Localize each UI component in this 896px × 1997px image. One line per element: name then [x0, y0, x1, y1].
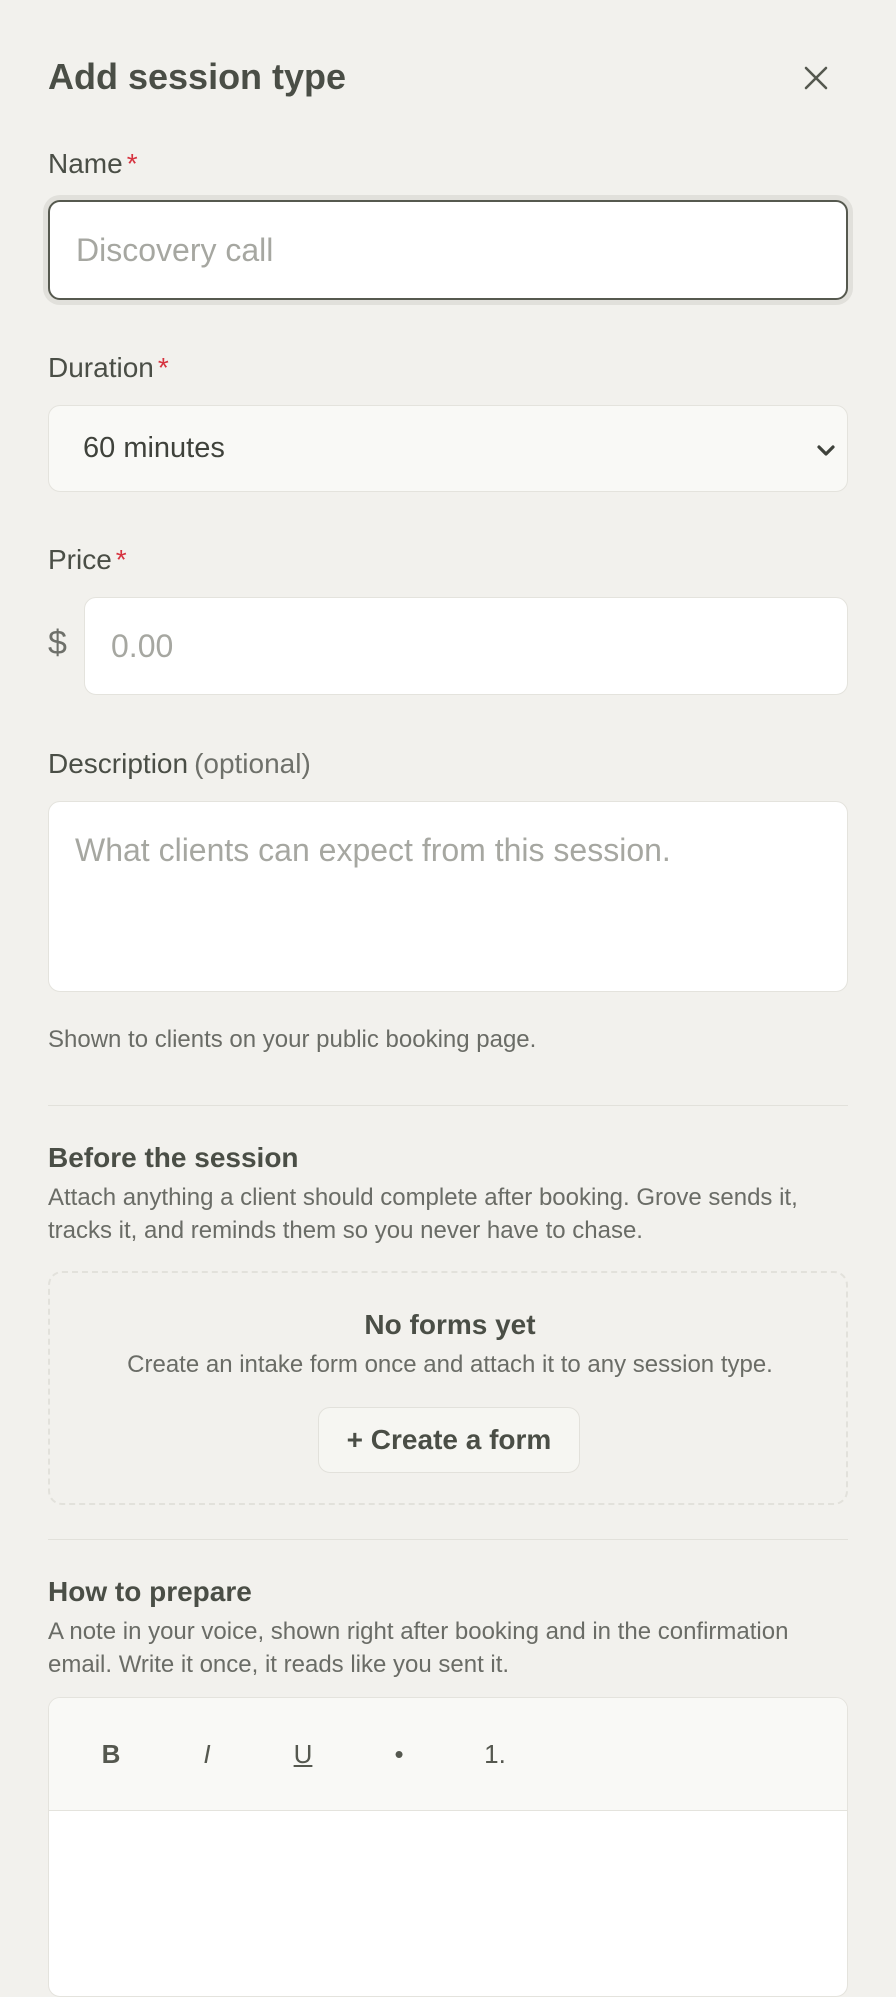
duration-select[interactable]: 60 minutes — [48, 405, 848, 492]
prepare-note-editor: B I U • 1. — [48, 1697, 848, 1997]
name-input[interactable]: Discovery call — [48, 200, 848, 300]
editor-toolbar: B I U • 1. — [49, 1698, 847, 1811]
section-divider — [48, 1539, 848, 1540]
description-optional-note: (optional) — [194, 748, 311, 779]
name-label: Name * — [48, 148, 138, 180]
empty-state-title: No forms yet — [364, 1309, 536, 1340]
close-button[interactable] — [796, 58, 836, 98]
chevron-down-icon — [817, 445, 835, 456]
currency-symbol: $ — [48, 624, 67, 662]
dialog-title: Add session type — [48, 56, 347, 97]
description-label-text: Description — [48, 748, 189, 779]
section-divider — [48, 1105, 848, 1106]
description-label: Description (optional) — [48, 748, 311, 780]
name-required-mark: * — [126, 148, 138, 179]
before-session-title: Before the session — [48, 1142, 299, 1173]
duration-label-text: Duration — [48, 352, 154, 383]
duration-selected-value: 60 minutes — [83, 432, 225, 464]
bold-button[interactable]: B — [83, 1726, 139, 1782]
price-input[interactable]: 0.00 — [84, 597, 848, 695]
add-session-type-dialog: Add session type Name * Discovery call Du… — [0, 0, 896, 1997]
bullet-list-button[interactable]: • — [371, 1726, 427, 1782]
price-label-text: Price — [48, 544, 112, 575]
price-input-placeholder: 0.00 — [111, 627, 174, 664]
how-to-prepare-title: How to prepare — [48, 1576, 252, 1607]
italic-button[interactable]: I — [179, 1726, 235, 1782]
numbered-list-button[interactable]: 1. — [467, 1726, 523, 1782]
editor-content-area[interactable] — [49, 1812, 847, 1996]
before-session-description: Attach anything a client should complete… — [48, 1184, 798, 1244]
description-placeholder: What clients can expect from this sessio… — [75, 832, 671, 868]
create-form-button[interactable]: + Create a form — [318, 1407, 580, 1473]
description-textarea[interactable]: What clients can expect from this sessio… — [48, 801, 848, 992]
how-to-prepare-description: A note in your voice, shown right after … — [48, 1618, 789, 1678]
forms-empty-state: No forms yet Create an intake form once … — [48, 1271, 848, 1505]
underline-button[interactable]: U — [275, 1726, 331, 1782]
price-label: Price * — [48, 544, 127, 576]
description-help-text: Shown to clients on your public booking … — [48, 1026, 537, 1053]
duration-required-mark: * — [157, 352, 169, 383]
close-icon — [804, 66, 828, 90]
name-label-text: Name — [48, 148, 123, 179]
empty-state-description: Create an intake form once and attach it… — [127, 1351, 773, 1378]
name-input-placeholder: Discovery call — [76, 231, 274, 268]
duration-label: Duration * — [48, 352, 169, 384]
price-required-mark: * — [115, 544, 127, 575]
